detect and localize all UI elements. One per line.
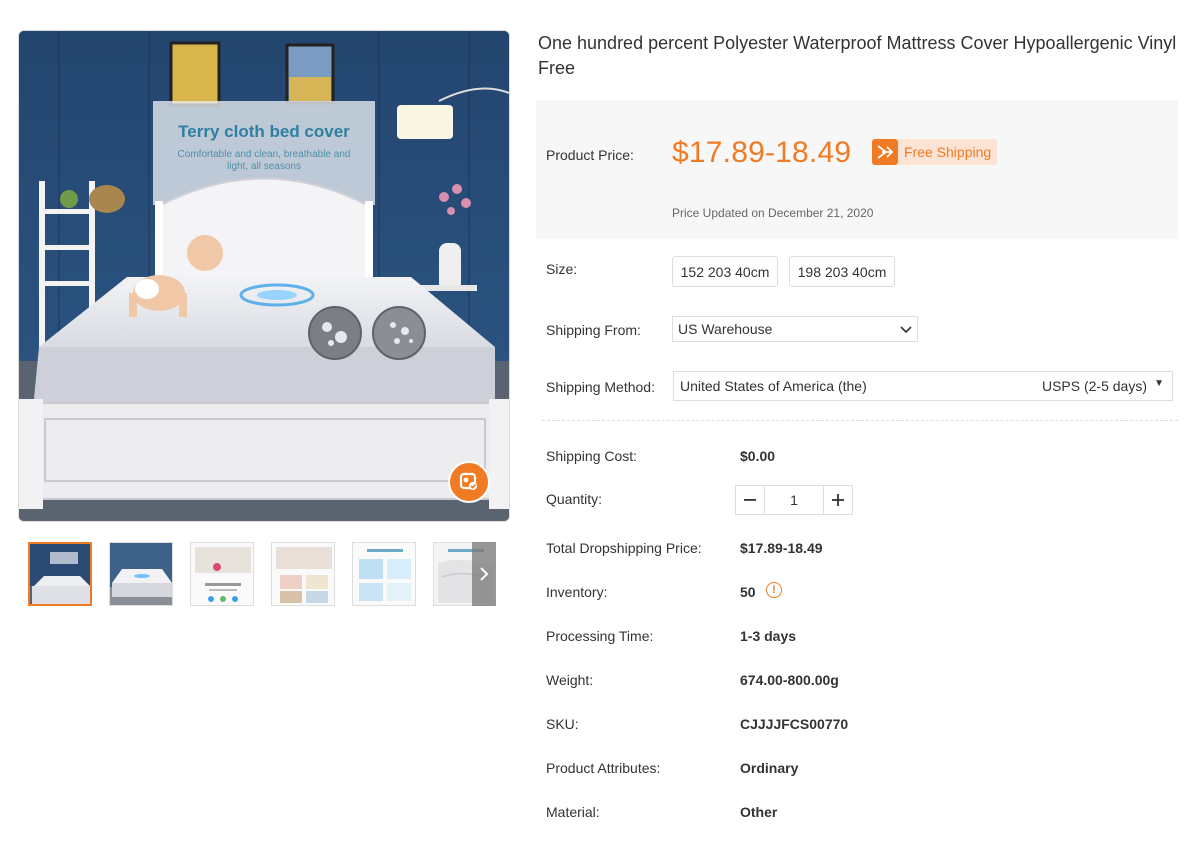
weight-label: Weight: xyxy=(546,672,594,688)
shipping-cost-label: Shipping Cost: xyxy=(546,448,638,464)
processing-time-value: 1-3 days xyxy=(740,628,797,644)
image-subline-2: light, all seasons xyxy=(227,161,301,172)
zoom-icon xyxy=(459,472,477,490)
chevron-right-icon xyxy=(480,567,489,581)
thumbnail-5-art xyxy=(353,543,415,605)
main-product-image[interactable]: Terry cloth bed cover Comfortable and cl… xyxy=(18,30,510,522)
shipping-from-select[interactable]: US Warehouse xyxy=(672,316,918,342)
quantity-input[interactable] xyxy=(765,486,823,514)
shipping-method-value: USPS (2-5 days) xyxy=(1041,378,1147,394)
weight-value: 674.00-800.00g xyxy=(740,672,839,688)
section-divider xyxy=(542,420,1178,421)
inventory-value: 50 xyxy=(740,584,756,600)
thumbnail-2[interactable] xyxy=(109,542,173,606)
quantity-stepper xyxy=(735,485,853,515)
quantity-increase-button[interactable] xyxy=(823,486,852,514)
product-title: One hundred percent Polyester Waterproof… xyxy=(538,33,1177,78)
thumbnail-next-button[interactable] xyxy=(472,542,496,606)
image-subline-1: Comfortable and clean, breathable and xyxy=(178,149,351,160)
shipping-method-select[interactable]: United States of America (the) USPS (2-5… xyxy=(673,371,1173,401)
price-updated-text: Price Updated on December 21, 2020 xyxy=(672,206,874,220)
thumbnail-3[interactable] xyxy=(190,542,254,606)
thumbnail-1-art xyxy=(30,544,90,604)
thumbnail-1[interactable] xyxy=(28,542,92,606)
thumbnail-5[interactable] xyxy=(352,542,416,606)
material-value: Other xyxy=(740,804,778,820)
free-shipping-badge: Free Shipping xyxy=(872,139,998,165)
caret-down-icon: ▼ xyxy=(1154,378,1164,389)
quantity-decrease-button[interactable] xyxy=(736,486,765,514)
thumbnail-4-art xyxy=(272,543,334,605)
main-image-art: Terry cloth bed cover Comfortable and cl… xyxy=(19,31,509,521)
shipping-method-label: Shipping Method: xyxy=(546,379,655,395)
size-option-2[interactable]: 198 203 40cm xyxy=(789,256,895,287)
free-shipping-label: Free Shipping xyxy=(904,144,992,160)
thumbnail-4[interactable] xyxy=(271,542,335,606)
shipping-country: United States of America (the) xyxy=(680,378,867,394)
quantity-label: Quantity: xyxy=(546,491,603,507)
thumbnail-2-art xyxy=(110,543,172,605)
zoom-button[interactable] xyxy=(448,461,490,503)
thumbnail-3-art xyxy=(191,543,253,605)
attributes-value: Ordinary xyxy=(740,760,799,776)
minus-icon xyxy=(744,499,756,501)
image-headline: Terry cloth bed cover xyxy=(178,122,350,141)
shipping-from-value: US Warehouse xyxy=(678,321,773,337)
shipping-from-label: Shipping From: xyxy=(546,322,641,338)
thumbnail-strip xyxy=(28,542,496,606)
shipping-cost-value: $0.00 xyxy=(740,448,776,464)
sku-label: SKU: xyxy=(546,716,579,732)
material-label: Material: xyxy=(546,804,600,820)
total-price-value: $17.89-18.49 xyxy=(740,540,823,556)
product-price: $17.89-18.49 xyxy=(672,136,852,169)
sku-value: CJJJJFCS00770 xyxy=(740,716,849,732)
warning-icon[interactable]: ! xyxy=(766,582,782,598)
chevron-down-icon xyxy=(900,326,912,334)
attributes-label: Product Attributes: xyxy=(546,760,661,776)
price-label: Product Price: xyxy=(546,147,634,163)
size-option-1[interactable]: 152 203 40cm xyxy=(672,256,778,287)
processing-time-label: Processing Time: xyxy=(546,628,654,644)
total-price-label: Total Dropshipping Price: xyxy=(546,540,702,556)
plus-icon xyxy=(832,494,844,506)
size-label: Size: xyxy=(546,261,578,277)
truck-icon xyxy=(872,139,898,165)
inventory-label: Inventory: xyxy=(546,584,608,600)
